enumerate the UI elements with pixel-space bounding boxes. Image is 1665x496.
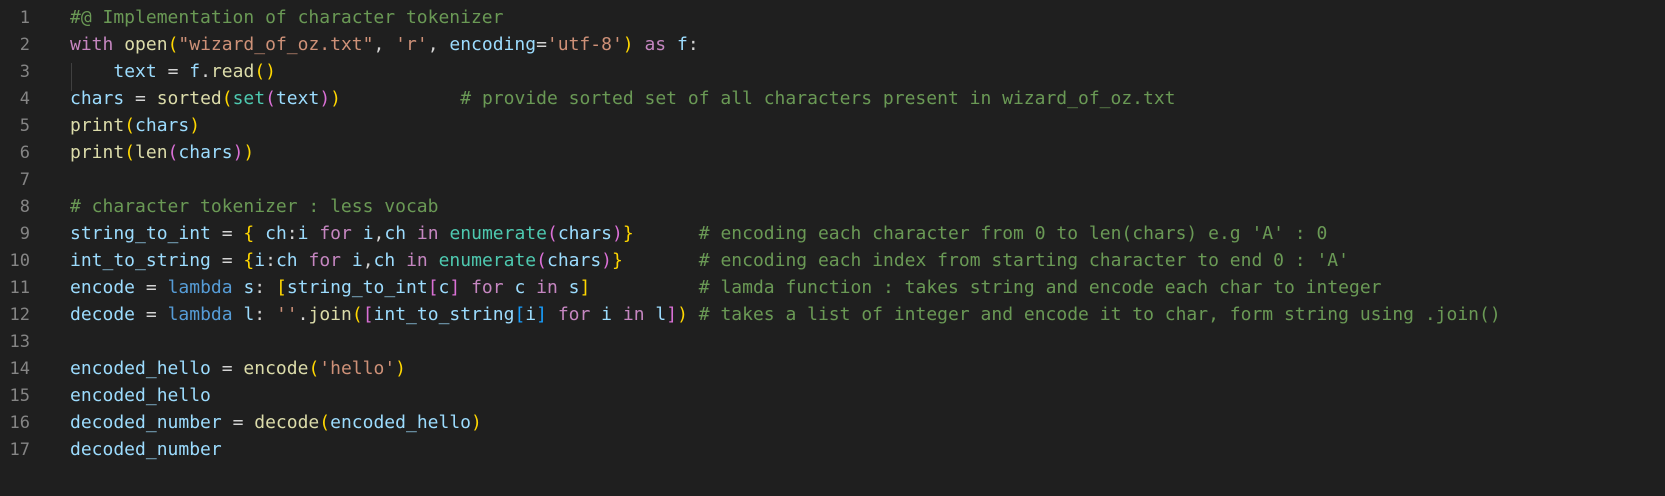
line-number: 16 [9, 413, 30, 433]
line-number: 8 [19, 197, 30, 217]
code-line[interactable]: 1 #@ Implementation of character tokenize… [0, 4, 1665, 32]
code-line[interactable]: 17 decoded_number [0, 436, 1665, 464]
line-number: 11 [9, 278, 30, 298]
line-code: encoded_hello [70, 385, 211, 406]
line-code: print(len(chars)) [70, 142, 255, 163]
line-code: chars = sorted(set(text)) # provide sort… [70, 88, 1176, 109]
line-code: with open("wizard_of_oz.txt", 'r', encod… [70, 34, 699, 55]
code-line[interactable]: 2 with open("wizard_of_oz.txt", 'r', enco… [0, 31, 1665, 59]
code-line[interactable]: 15 encoded_hello [0, 382, 1665, 410]
line-number: 13 [9, 332, 30, 352]
line-code: int_to_string = {i:ch for i,ch in enumer… [70, 250, 1349, 271]
code-line[interactable]: 12 decode = lambda l: ''.join([int_to_str… [0, 301, 1665, 329]
line-code: decode = lambda l: ''.join([int_to_strin… [70, 304, 1501, 325]
code-line[interactable]: 13 [0, 328, 1665, 356]
line-number: 6 [19, 143, 30, 163]
code-line[interactable]: 8 # character tokenizer : less vocab [0, 193, 1665, 221]
line-number: 5 [19, 116, 30, 136]
line-code: encode = lambda s: [string_to_int[c] for… [70, 277, 1382, 298]
code-line[interactable]: 14 encoded_hello = encode('hello') [0, 355, 1665, 383]
line-code: print(chars) [70, 115, 201, 136]
line-number: 9 [19, 224, 30, 244]
code-line[interactable]: 6 print(len(chars)) [0, 139, 1665, 167]
code-line[interactable]: 5 print(chars) [0, 112, 1665, 140]
line-code: # character tokenizer : less vocab [70, 196, 439, 217]
code-editor[interactable]: 1 #@ Implementation of character tokenize… [0, 0, 1665, 496]
code-line[interactable]: 4 chars = sorted(set(text)) # provide sor… [0, 85, 1665, 113]
line-number: 10 [9, 251, 30, 271]
line-code: string_to_int = { ch:i for i,ch in enume… [70, 223, 1328, 244]
code-line[interactable]: 10 int_to_string = {i:ch for i,ch in enum… [0, 247, 1665, 275]
code-line[interactable]: 16 decoded_number = decode(encoded_hello) [0, 409, 1665, 437]
line-number: 1 [19, 8, 30, 28]
code-line[interactable]: 3 text = f.read() [0, 58, 1665, 86]
line-code: encoded_hello = encode('hello') [70, 358, 406, 379]
line-code: text = f.read() [113, 61, 276, 82]
code-line[interactable]: 7 [0, 166, 1665, 194]
line-number: 12 [9, 305, 30, 325]
line-number: 3 [19, 62, 30, 82]
line-code: decoded_number = decode(encoded_hello) [70, 412, 482, 433]
line-number: 2 [19, 35, 30, 55]
line-number: 7 [19, 170, 30, 190]
code-line[interactable]: 11 encode = lambda s: [string_to_int[c] f… [0, 274, 1665, 302]
line-number: 17 [9, 440, 30, 460]
code-line[interactable]: 9 string_to_int = { ch:i for i,ch in enum… [0, 220, 1665, 248]
line-code: #@ Implementation of character tokenizer [70, 7, 504, 28]
line-code: decoded_number [70, 439, 222, 460]
line-number: 14 [9, 359, 30, 379]
line-number: 15 [9, 386, 30, 406]
line-number: 4 [19, 89, 30, 109]
